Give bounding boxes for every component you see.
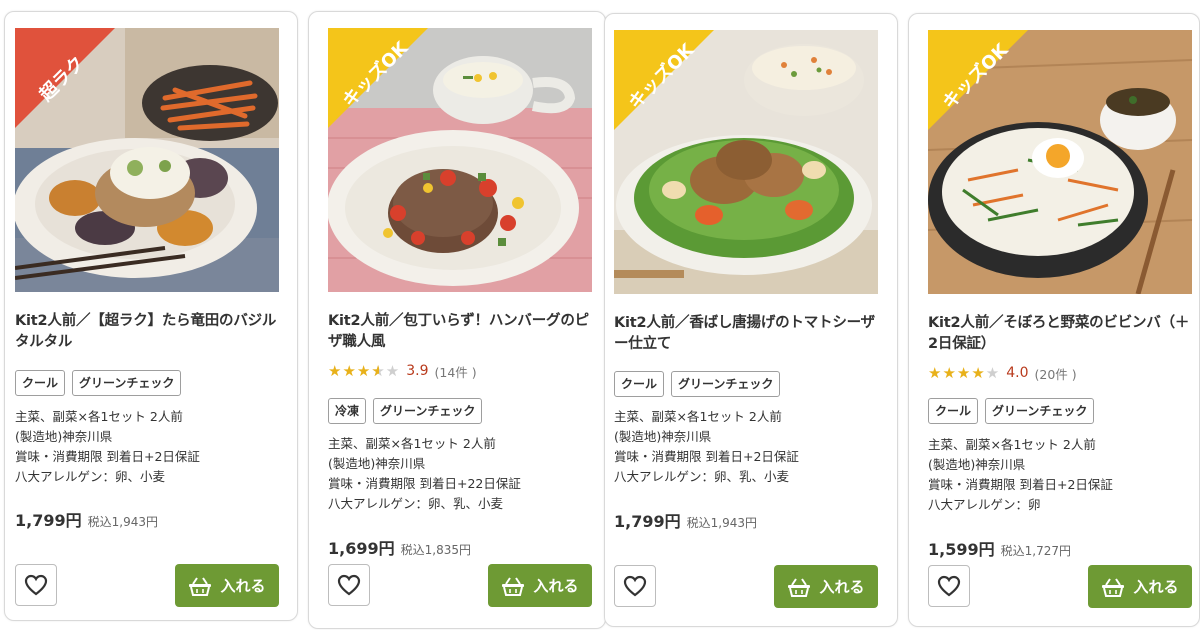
product-card[interactable]: 超ラク Kit2人前／【超ラク】たら竜田のバジルタルタル クール グリーンチェッ… [4,11,298,621]
product-photo-bibimbap: キッズOK [928,30,1192,294]
product-image[interactable]: キッズOK [328,28,592,292]
product-description: 主菜、副菜×各1セット 2人前 (製造地)神奈川県 賞味・消費期限 到着日+2日… [15,407,283,487]
basket-icon [788,577,811,597]
product-card[interactable]: キッズOK Kit2人前／そぼろと野菜のビビンバ（＋2日保証） ★★★★★ 4.… [908,13,1200,627]
tag-frozen: 冷凍 [328,398,367,424]
add-to-cart-button[interactable]: 入れる [488,564,592,607]
cart-button-label: 入れる [1133,578,1179,596]
rating-stars: ★★★★★★ [328,362,401,380]
product-title[interactable]: Kit2人前／そぼろと野菜のビビンバ（＋2日保証） [928,313,1196,355]
cart-button-label: 入れる [819,578,865,596]
price-tax-included: 税込1,943円 [686,516,757,530]
product-image[interactable]: キッズOK [928,30,1192,294]
product-image[interactable]: 超ラク [15,28,279,292]
product-description: 主菜、副菜×各1セット 2人前 (製造地)神奈川県 賞味・消費期限 到着日+2日… [928,435,1196,515]
price: 1,599円 税込1,727円 [928,536,1071,560]
desc-line: (製造地)神奈川県 [614,429,712,444]
desc-line: (製造地)神奈川県 [328,456,426,471]
review-count[interactable]: (14件 ) [435,362,477,381]
product-title[interactable]: Kit2人前／香ばし唐揚げのトマトシーザー仕立て [614,313,882,355]
price-tax-included: 税込1,835円 [400,543,471,557]
price-tax-included: 税込1,943円 [87,515,158,529]
tag-cool: クール [15,370,66,396]
desc-line: 八大アレルゲン：卵、小麦 [15,469,166,484]
desc-line: 主菜、副菜×各1セット 2人前 [928,437,1096,452]
tag-green-check: グリーンチェック [671,371,781,397]
add-to-cart-button[interactable]: 入れる [774,565,878,608]
desc-line: 賞味・消費期限 到着日+22日保証 [328,476,521,491]
review-count[interactable]: (20件 ) [1035,364,1077,383]
price: 1,799円 税込1,943円 [614,508,757,532]
favorite-button[interactable] [15,564,57,606]
add-to-cart-button[interactable]: 入れる [1088,565,1192,608]
tag-green-check: グリーンチェック [72,370,182,396]
desc-line: 賞味・消費期限 到着日+2日保証 [15,449,200,464]
price: 1,699円 税込1,835円 [328,535,471,559]
cart-button-label: 入れる [220,577,266,595]
desc-line: 賞味・消費期限 到着日+2日保証 [928,477,1113,492]
tag-cool: クール [928,398,979,424]
product-image[interactable]: キッズOK [614,30,878,294]
rating: ★★★★★ 4.0 (20件 ) [928,363,1077,383]
product-title[interactable]: Kit2人前／包丁いらず！ハンバーグのピザ職人風 [328,311,596,353]
product-card[interactable]: キッズOK Kit2人前／香ばし唐揚げのトマトシーザー仕立て クール グリーンチ… [604,13,898,627]
rating: ★★★★★★ 3.9 (14件 ) [328,361,477,381]
desc-line: 八大アレルゲン：卵、乳、小麦 [328,496,504,511]
product-description: 主菜、副菜×各1セット 2人前 (製造地)神奈川県 賞味・消費期限 到着日+2日… [614,407,882,487]
product-description: 主菜、副菜×各1セット 2人前 (製造地)神奈川県 賞味・消費期限 到着日+22… [328,434,596,514]
desc-line: (製造地)神奈川県 [928,457,1026,472]
desc-line: 主菜、副菜×各1セット 2人前 [328,436,496,451]
heart-icon [24,574,48,596]
price: 1,799円 税込1,943円 [15,507,158,531]
product-card[interactable]: キッズOK Kit2人前／包丁いらず！ハンバーグのピザ職人風 ★★★★★★ 3.… [308,11,606,629]
product-photo-tara-tatsuta: 超ラク [15,28,279,292]
basket-icon [189,576,212,596]
heart-icon [937,575,961,597]
price-main: 1,699円 [328,539,395,558]
tag-green-check: グリーンチェック [373,398,483,424]
rating-stars: ★★★★★ [928,364,1001,382]
tag-cool: クール [614,371,665,397]
basket-icon [1102,577,1125,597]
price-tax-included: 税込1,727円 [1000,544,1071,558]
tag-green-check: グリーンチェック [985,398,1095,424]
desc-line: 主菜、副菜×各1セット 2人前 [15,409,183,424]
basket-icon [502,576,525,596]
rating-average: 3.9 [406,363,429,379]
favorite-button[interactable] [614,565,656,607]
price-main: 1,799円 [15,511,82,530]
rating-average: 4.0 [1006,365,1029,381]
favorite-button[interactable] [928,565,970,607]
product-photo-karaage-caesar: キッズOK [614,30,878,294]
heart-icon [337,574,361,596]
favorite-button[interactable] [328,564,370,606]
desc-line: 賞味・消費期限 到着日+2日保証 [614,449,799,464]
product-title[interactable]: Kit2人前／【超ラク】たら竜田のバジルタルタル [15,311,283,353]
desc-line: 主菜、副菜×各1セット 2人前 [614,409,782,424]
desc-line: 八大アレルゲン：卵 [928,497,1041,512]
price-main: 1,599円 [928,540,995,559]
add-to-cart-button[interactable]: 入れる [175,564,279,607]
cart-button-label: 入れる [533,577,579,595]
product-photo-hamburg-pizza: キッズOK [328,28,592,292]
desc-line: 八大アレルゲン：卵、乳、小麦 [614,469,790,484]
heart-icon [623,575,647,597]
price-main: 1,799円 [614,512,681,531]
desc-line: (製造地)神奈川県 [15,429,113,444]
